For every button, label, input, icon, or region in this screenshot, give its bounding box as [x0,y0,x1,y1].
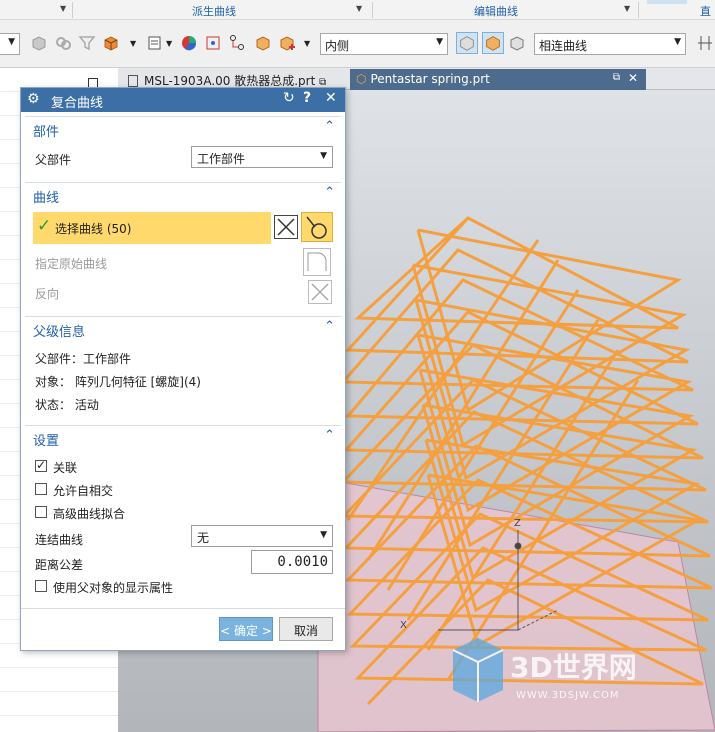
advanced-fit-checkbox[interactable] [35,506,47,518]
document-icon [128,75,138,87]
use-parent-display-label: 使用父对象的显示属性 [53,581,174,595]
section-title-curves: 曲线 [33,191,60,206]
curve-selection-icon[interactable] [301,212,333,242]
svg-text:Z: Z [514,518,521,529]
dialog-title-bar[interactable]: ⚙ 复合曲线 ↻ ? ✕ [21,88,345,112]
filter-dropdown[interactable]: ▼ [0,33,20,55]
part-icon: ⬡ [356,72,367,86]
reverse-label: 反向 [35,287,60,301]
parent-part-info: 父部件：工作部件 [35,352,132,366]
composite-curve-dialog: ⚙ 复合曲线 ↻ ? ✕ 部件 ⌃ 父部件 工作部件 ▼ 曲线 ⌃ ✓ 选择曲线 … [20,87,346,651]
collapse-icon[interactable]: ⌃ [324,185,335,200]
watermark-brand: 3D世界网 [510,651,637,684]
associative-checkbox[interactable] [35,458,47,472]
original-curve-icon[interactable] [303,248,331,276]
ribbon-expand-icon[interactable]: ▼ [356,4,362,13]
check-icon: ✓ [37,216,52,236]
curve-rule-dropdown[interactable]: 相连曲线 ▼ [534,33,686,55]
object-info: 对象： 阵列几何特征 [螺旋](4) [35,375,201,389]
ribbon-group-derived-curves[interactable]: 派生曲线 [192,3,236,19]
ok-button[interactable]: < 确定 > [219,617,273,641]
dropdown-arrow-icon[interactable]: ▼ [130,39,136,48]
snap-plus-icon[interactable] [278,34,296,52]
ribbon-group-edit-curves[interactable]: 编辑曲线 [474,3,518,19]
select-curve-label: 选择曲线 (50) [55,222,132,236]
section-title-parts: 部件 [33,125,60,140]
tab-close-icon[interactable]: ✕ [628,71,638,85]
dropdown-arrow-icon[interactable]: ▼ [304,39,310,48]
specify-original-curve-label: 指定原始曲线 [35,257,108,271]
section-title-parent-info: 父级信息 [33,325,86,340]
section-header-parts[interactable]: 部件 ⌃ [25,116,341,140]
advanced-fit-label: 高级曲线拟合 [53,507,126,521]
watermark-url: WWW.3DSJW.COM [516,690,620,701]
section-title-settings: 设置 [33,434,60,449]
help-icon[interactable]: ? [303,90,311,106]
collapse-icon[interactable]: ⌃ [324,119,335,134]
section-header-settings[interactable]: 设置 ⌃ [25,425,341,449]
layer-filter-icon[interactable] [146,34,164,52]
ribbon-expand-icon[interactable]: ▼ [624,4,630,13]
select-face-icon[interactable] [456,32,478,54]
allow-self-intersect-checkbox[interactable] [35,483,47,495]
collapse-icon[interactable]: ⌃ [324,428,335,443]
side-dropdown[interactable]: 内侧 ▼ [320,33,448,55]
dropdown-arrow-icon[interactable]: ▼ [166,39,172,48]
ribbon-group-labels: ▼ 派生曲线 ▼ 编辑曲线 ▼ 直线 [0,0,715,34]
cancel-button[interactable]: 取消 [279,617,333,641]
select-curve-row[interactable]: ✓ 选择曲线 (50) [33,212,271,244]
use-parent-display-checkbox[interactable] [35,580,47,592]
collapse-icon[interactable]: ⌃ [324,319,335,334]
dialog-title: 复合曲线 [51,96,104,111]
distance-tolerance-input[interactable]: 0.0010 [251,550,333,574]
cube-color-icon[interactable] [102,34,120,52]
hierarchy-icon[interactable] [228,34,246,52]
intersection-icon[interactable] [696,34,714,52]
allow-self-intersect-label: 允许自相交 [53,484,114,498]
close-icon[interactable]: ✕ [325,90,337,106]
cube-gray-icon[interactable] [30,34,48,52]
associative-label: 关联 [53,461,78,475]
section-header-parent-info[interactable]: 父级信息 ⌃ [25,316,341,340]
section-header-curves[interactable]: 曲线 ⌃ [25,182,341,206]
watermark-logo [452,638,504,702]
part-select-icon[interactable] [254,34,272,52]
parent-part-dropdown[interactable]: 工作部件 ▼ [191,146,333,168]
reset-icon[interactable]: ↻ [283,90,295,106]
select-edge-icon[interactable] [508,34,526,52]
reverse-direction-icon[interactable] [308,280,332,304]
tab-popout-icon[interactable]: ⧉ [613,72,620,83]
ribbon-expand-icon[interactable]: ▼ [60,4,66,13]
distance-tolerance-label: 距离公差 [35,558,84,572]
join-curves-label: 连结曲线 [35,533,84,547]
link-gray-icon[interactable] [54,34,72,52]
gear-icon: ⚙ [27,91,40,107]
parent-part-label: 父部件 [35,153,72,167]
svg-text:X: X [400,620,407,631]
color-wheel-icon[interactable] [180,34,198,52]
selection-toolbar: ▼ ▼ ▼ ▼ 内侧 ▼ 相连曲线 ▼ [0,20,715,68]
deselect-all-button[interactable] [274,215,298,239]
select-body-icon[interactable] [482,32,504,54]
tab-pentastar-spring[interactable]: ⬡ Pentastar spring.prt ⧉ ✕ [350,69,646,90]
snap-point-icon[interactable] [204,34,222,52]
filter-gray-icon[interactable] [78,34,96,52]
join-curves-dropdown[interactable]: 无 ▼ [191,525,333,547]
status-info: 状态： 活动 [35,398,99,412]
